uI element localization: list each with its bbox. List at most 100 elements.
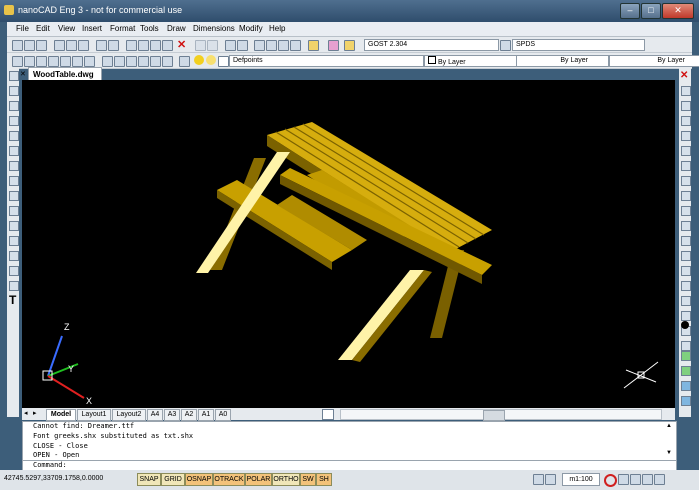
close-button[interactable]: ✕	[662, 3, 694, 19]
linetype-select[interactable]: By Layer	[516, 55, 609, 67]
style-icon[interactable]	[328, 40, 339, 51]
publish-icon[interactable]	[78, 40, 89, 51]
zoom-extents-icon[interactable]	[266, 40, 277, 51]
copy-object-icon[interactable]	[681, 86, 691, 96]
grid-toggle[interactable]: GRID	[161, 473, 185, 486]
menu-help[interactable]: Help	[269, 24, 285, 33]
menu-view[interactable]: View	[58, 24, 75, 33]
edit-text-icon[interactable]	[681, 341, 691, 351]
tab-layout1[interactable]: Layout1	[77, 409, 111, 421]
ortho-toggle[interactable]: ORTHO	[272, 473, 300, 486]
hatch-icon[interactable]	[9, 236, 19, 246]
tab-a1[interactable]: A1	[198, 409, 214, 421]
fillet-icon[interactable]	[681, 281, 691, 291]
arc-icon[interactable]	[9, 146, 19, 156]
mtext-icon[interactable]	[9, 281, 19, 291]
table-icon[interactable]	[126, 56, 137, 67]
visual-style-icon[interactable]	[681, 396, 691, 406]
erase-icon[interactable]: ✕	[680, 70, 688, 81]
layer-states-icon[interactable]	[179, 56, 190, 67]
tab-scroll-right-icon[interactable]: ▸	[33, 409, 37, 417]
calculator-icon[interactable]	[308, 40, 319, 51]
zoom-icon[interactable]	[237, 40, 248, 51]
circle-icon[interactable]	[9, 161, 19, 171]
tab-a0[interactable]: A0	[215, 409, 231, 421]
bomb-icon[interactable]	[681, 321, 689, 329]
scroll-down-icon[interactable]: ▼	[666, 450, 672, 456]
properties-icon[interactable]	[96, 40, 107, 51]
tab-a3[interactable]: A3	[164, 409, 180, 421]
render-icon[interactable]	[681, 381, 691, 391]
xline-icon[interactable]	[9, 86, 19, 96]
snap-toggle[interactable]: SNAP	[137, 473, 161, 486]
layer-manager-icon[interactable]	[12, 56, 23, 67]
menu-draw[interactable]: Draw	[167, 24, 186, 33]
layer-select[interactable]: Defpoints	[229, 55, 424, 67]
menu-tools[interactable]: Tools	[140, 24, 159, 33]
zoom-all-icon[interactable]	[278, 40, 289, 51]
tab-a4[interactable]: A4	[147, 409, 163, 421]
sh-toggle[interactable]: SH	[316, 473, 332, 486]
layout-switch-icon[interactable]	[545, 474, 556, 485]
extend-icon[interactable]	[681, 221, 691, 231]
paste-icon[interactable]	[150, 40, 161, 51]
shade-icon[interactable]	[681, 366, 691, 376]
angle-icon[interactable]	[60, 56, 71, 67]
view-icon[interactable]	[114, 56, 125, 67]
dim-style-select[interactable]: SPDS	[512, 39, 645, 51]
osnap-icon[interactable]	[24, 56, 35, 67]
fullscreen-icon[interactable]	[654, 474, 665, 485]
insert-block-icon[interactable]	[9, 206, 19, 216]
scroll-thumb[interactable]	[483, 410, 505, 421]
trim-icon[interactable]	[681, 206, 691, 216]
table-draw-icon[interactable]	[9, 266, 19, 276]
menu-file[interactable]: File	[16, 24, 29, 33]
offset-icon[interactable]	[681, 116, 691, 126]
break-icon[interactable]	[681, 236, 691, 246]
menu-insert[interactable]: Insert	[82, 24, 102, 33]
menu-modify[interactable]: Modify	[239, 24, 263, 33]
lock-ui-icon[interactable]	[618, 474, 629, 485]
horizontal-scrollbar[interactable]	[340, 409, 662, 421]
stretch-object-icon[interactable]	[681, 191, 691, 201]
tray-settings-icon[interactable]	[642, 474, 653, 485]
rotate-icon[interactable]	[681, 161, 691, 171]
ucs-icon[interactable]	[102, 56, 113, 67]
tab-a2[interactable]: A2	[181, 409, 197, 421]
scale-icon[interactable]	[681, 176, 691, 186]
dim-style-icon[interactable]	[500, 40, 511, 51]
app-icon[interactable]	[4, 5, 14, 15]
document-tab[interactable]: WoodTable.dwg	[28, 67, 102, 81]
sun-icon[interactable]	[206, 55, 216, 65]
attribute-icon[interactable]	[150, 56, 161, 67]
light-bulb-icon[interactable]	[194, 55, 204, 65]
zoom-previous-icon[interactable]	[290, 40, 301, 51]
new-icon[interactable]	[12, 40, 23, 51]
lock-icon[interactable]	[218, 56, 229, 67]
match-icon[interactable]	[108, 40, 119, 51]
sw-toggle[interactable]: SW	[300, 473, 316, 486]
xref-icon[interactable]	[162, 56, 173, 67]
stretch-icon[interactable]	[84, 56, 95, 67]
save-icon[interactable]	[36, 40, 47, 51]
tab-close-icon[interactable]: ✕	[20, 70, 26, 78]
chamfer-icon[interactable]	[681, 266, 691, 276]
join-icon[interactable]	[681, 251, 691, 261]
tab-scroll-left-icon[interactable]: ◂	[24, 409, 28, 417]
align-icon[interactable]	[72, 56, 83, 67]
osnap-status-icon[interactable]	[604, 474, 617, 487]
menu-dimensions[interactable]: Dimensions	[193, 24, 235, 33]
explode-icon[interactable]	[681, 296, 691, 306]
redo-icon[interactable]	[207, 40, 218, 51]
layout-icon[interactable]	[322, 409, 334, 420]
lineweight-select[interactable]: By Layer	[609, 55, 699, 67]
otrack-toggle[interactable]: OTRACK	[213, 473, 245, 486]
region-icon[interactable]	[9, 251, 19, 261]
color-select[interactable]: By Layer	[424, 55, 517, 67]
polyline-icon[interactable]	[9, 101, 19, 111]
mirror-icon[interactable]	[681, 101, 691, 111]
tab-model[interactable]: Model	[46, 409, 76, 421]
delete-icon[interactable]: ✕	[177, 38, 186, 51]
polar-toggle[interactable]: POLAR	[245, 473, 272, 486]
pan-icon[interactable]	[225, 40, 236, 51]
